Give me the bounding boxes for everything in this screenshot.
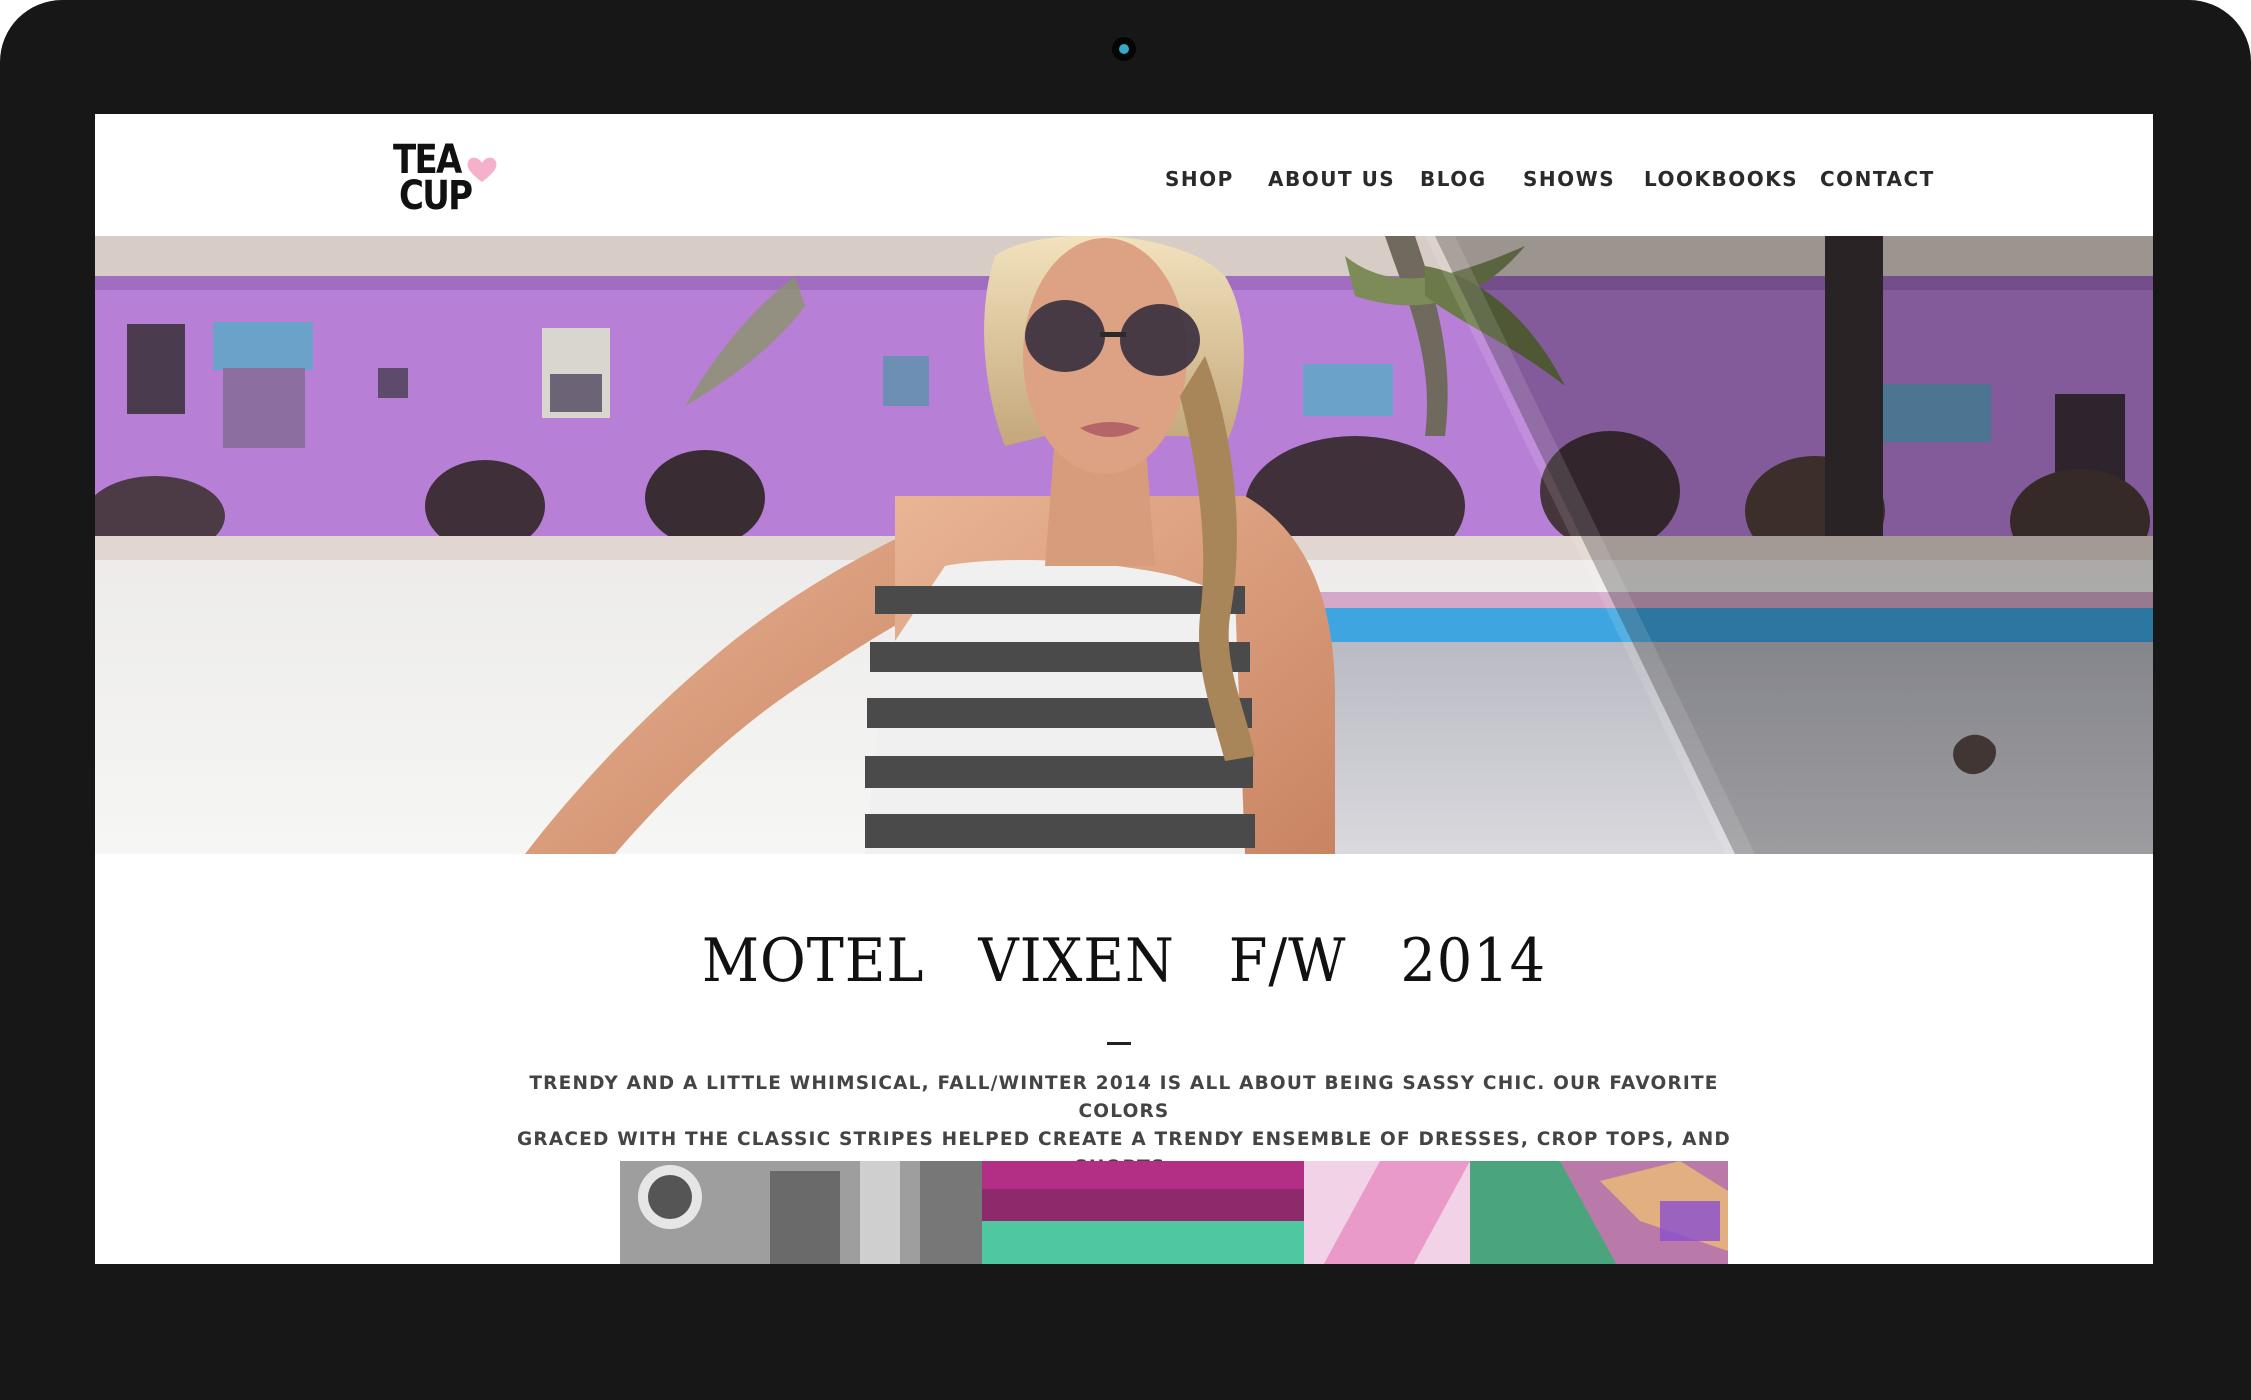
browser-viewport: TEA CUP SHOP ABOUT US BLOG SHOWS LOOKBOO… [95,114,2153,1264]
collection-title: MOTEL VIXEN F/W 2014 [701,926,1547,996]
nav-item-contact[interactable]: CONTACT [1820,164,1935,194]
nav-item-lookbooks[interactable]: LOOKBOOKS [1644,164,1798,194]
webcam [1112,37,1136,61]
logo-text-line2: CUP [399,173,473,219]
lookbook-gallery [620,1161,1728,1264]
nav-item-blog[interactable]: BLOG [1420,164,1487,194]
hero-banner [95,236,2153,854]
gallery-image-2[interactable] [982,1161,1304,1264]
hero-image [95,236,2153,854]
title-divider [1107,1042,1131,1045]
site-logo[interactable]: TEA CUP [393,138,513,222]
nav-item-about-us[interactable]: ABOUT US [1268,164,1395,194]
webcam-lens [1119,44,1129,54]
nav-item-shows[interactable]: SHOWS [1523,164,1615,194]
gallery-image-1[interactable] [620,1161,982,1264]
gallery-image-3[interactable] [1304,1161,1728,1264]
nav-item-shop[interactable]: SHOP [1165,164,1234,194]
device-frame: TEA CUP SHOP ABOUT US BLOG SHOWS LOOKBOO… [0,0,2251,1400]
description-line-1: TRENDY AND A LITTLE WHIMSICAL, FALL/WINT… [529,1073,1719,1122]
site-header: TEA CUP SHOP ABOUT US BLOG SHOWS LOOKBOO… [95,114,2153,236]
